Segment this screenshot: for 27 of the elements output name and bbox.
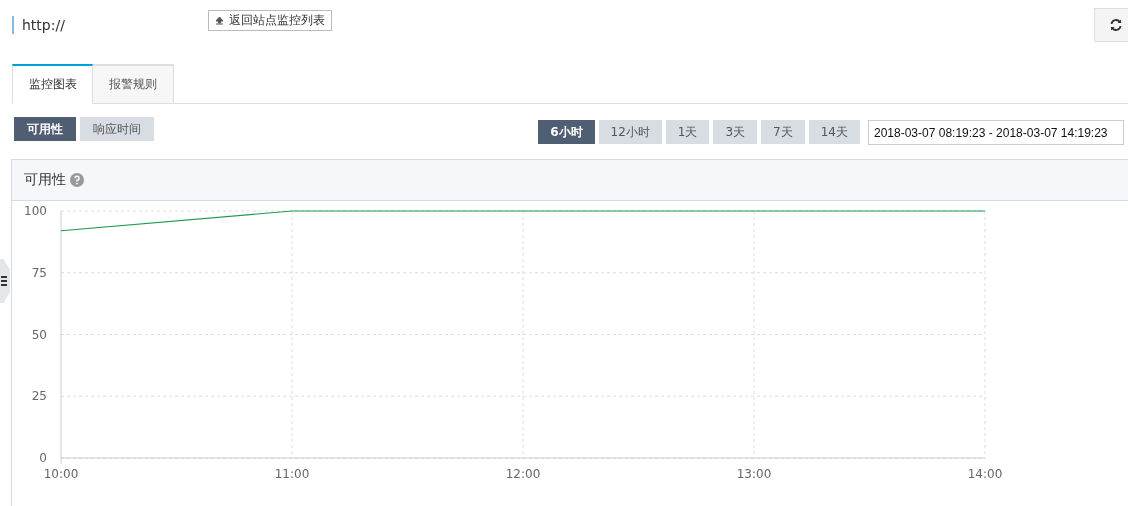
range-button[interactable]: 12小时 xyxy=(598,120,662,144)
y-axis-label: 100 xyxy=(24,204,47,218)
x-axis-label: 12:00 xyxy=(505,467,541,481)
x-axis-label: 11:00 xyxy=(274,467,310,481)
metric-button[interactable]: 响应时间 xyxy=(80,117,154,141)
x-axis-label: 14:00 xyxy=(967,467,1003,481)
x-axis-label: 10:00 xyxy=(43,467,79,481)
metric-button[interactable]: 可用性 xyxy=(14,117,76,141)
range-button[interactable]: 1天 xyxy=(665,120,710,144)
y-axis-label: 25 xyxy=(31,389,47,404)
refresh-icon xyxy=(1109,18,1123,32)
y-axis-label: 50 xyxy=(31,327,47,342)
y-axis-label: 0 xyxy=(39,451,47,465)
tab[interactable]: 报警规则 xyxy=(93,64,174,104)
panel-title: 可用性 xyxy=(24,171,66,189)
tab[interactable]: 监控图表 xyxy=(12,64,93,104)
range-button[interactable]: 7天 xyxy=(761,120,805,144)
back-button[interactable]: 返回站点监控列表 xyxy=(208,10,332,31)
range-button[interactable]: 6小时 xyxy=(538,120,595,144)
range-button[interactable]: 14天 xyxy=(808,120,860,144)
help-icon[interactable] xyxy=(70,173,84,187)
range-button[interactable]: 3天 xyxy=(713,120,758,144)
y-axis-label: 75 xyxy=(31,265,47,280)
list-icon xyxy=(1,275,7,287)
x-axis-label: 13:00 xyxy=(736,467,772,481)
upload-arrow-icon xyxy=(215,16,224,25)
date-range-field[interactable]: 2018-03-07 08:19:23 - 2018-03-07 14:19:23 xyxy=(868,120,1124,145)
